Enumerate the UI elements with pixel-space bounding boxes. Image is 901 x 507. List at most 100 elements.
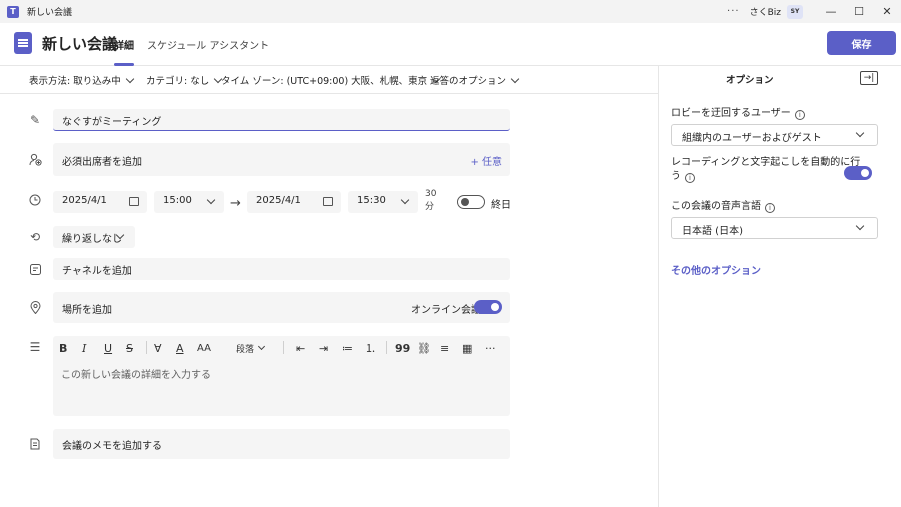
auto-record-label: レコーディングと文字起こしを自動的に行 うi (671, 156, 860, 184)
link-icon[interactable]: ⛓ (417, 341, 431, 355)
auto-record-toggle[interactable] (844, 166, 872, 180)
repeat-dropdown[interactable]: 繰り返しなし (53, 226, 135, 248)
font-size-icon[interactable]: AA (197, 341, 211, 355)
audio-language-text: この会議の音声言語 (671, 201, 761, 212)
window-titlebar: T 新しい会議 ··· さくBiz SY — ☐ ✕ (0, 0, 901, 23)
toolbar-divider (146, 341, 147, 354)
window-title: 新しい会議 (27, 8, 73, 18)
org-name[interactable]: さくBiz (750, 5, 781, 18)
end-time-select[interactable]: 15:30 (348, 191, 418, 213)
bulleted-list-icon[interactable]: ≔ (342, 341, 353, 355)
italic-icon[interactable]: I (82, 341, 86, 355)
audio-language-value: 日本語 (日本) (682, 226, 743, 237)
minimize-icon[interactable]: — (817, 0, 845, 23)
location-placeholder: 場所を追加 (62, 305, 112, 316)
collapse-panel-icon[interactable]: →| (860, 71, 878, 85)
chevron-down-icon (510, 74, 520, 84)
duration-label: 30 分 (425, 188, 436, 214)
response-options-dropdown[interactable]: 返答のオプション (430, 73, 520, 87)
more-options-link[interactable]: その他のオプション (671, 262, 761, 277)
quote-icon[interactable]: 99 (395, 341, 410, 355)
location-pin-icon (28, 300, 42, 314)
channel-input[interactable]: チャネルを追加 (53, 258, 510, 280)
required-attendees-input[interactable]: 必須出席者を追加 + 任意 (53, 143, 510, 176)
meeting-details-editor[interactable]: B I U S ∀ A AA 段落 ⇤ ⇥ ≔ ⒈ 99 ⛓ ≡ ▦ ··· こ… (53, 336, 510, 416)
notes-placeholder: 会議のメモを追加する (62, 441, 162, 452)
online-meeting-toggle[interactable] (474, 300, 502, 314)
pencil-icon: ✎ (29, 113, 41, 127)
numbered-list-icon[interactable]: ⒈ (365, 341, 376, 355)
chevron-down-icon (257, 342, 266, 350)
auto-record-text-line1: レコーディングと文字起こしを自動的に行 (671, 157, 861, 168)
timezone-dropdown[interactable]: タイム ゾーン: (UTC+09:00) 大阪、札幌、東京 (221, 73, 441, 87)
start-date-value: 2025/4/1 (62, 195, 107, 206)
strikethrough-icon[interactable]: S (126, 341, 133, 355)
calendar-app-icon (14, 32, 32, 54)
meeting-notes-input[interactable]: 会議のメモを追加する (53, 429, 510, 459)
info-icon[interactable]: i (794, 110, 805, 120)
chevron-down-icon (855, 128, 865, 138)
decrease-indent-icon[interactable]: ⇤ (296, 341, 305, 355)
paragraph-style-dropdown[interactable]: 段落 (236, 341, 266, 355)
ellipsis-icon[interactable]: ··· (727, 6, 740, 17)
end-date-value: 2025/4/1 (256, 195, 301, 206)
options-panel: オプション →| ロビーを迂回するユーザー i 組織内のユーザーおよびゲスト レコ… (658, 66, 901, 507)
tab-scheduling-assistant[interactable]: スケジュール アシスタント (147, 37, 269, 52)
add-optional-attendees-link[interactable]: + 任意 (470, 153, 502, 168)
paragraph-label: 段落 (236, 344, 255, 355)
close-icon[interactable]: ✕ (873, 0, 901, 23)
maximize-icon[interactable]: ☐ (845, 0, 873, 23)
attendees-placeholder: 必須出席者を追加 (62, 157, 142, 168)
start-time-select[interactable]: 15:00 (154, 191, 224, 213)
notes-icon (28, 437, 42, 451)
timezone-label: タイム ゾーン: (UTC+09:00) 大阪、札幌、東京 (221, 76, 428, 87)
clock-icon (28, 193, 42, 207)
horizontal-rule-icon[interactable]: ≡ (440, 341, 449, 355)
tab-details[interactable]: 詳細 (114, 37, 134, 52)
end-date-picker[interactable]: 2025/4/1 (247, 191, 341, 213)
more-options-icon[interactable]: ··· (485, 341, 496, 355)
chevron-down-icon (206, 195, 216, 205)
duration-unit: 分 (425, 202, 435, 212)
start-date-picker[interactable]: 2025/4/1 (53, 191, 147, 213)
end-time-value: 15:30 (357, 195, 386, 206)
underline-icon[interactable]: U (104, 341, 112, 355)
auto-record-text-line2: う (671, 171, 681, 182)
repeat-value: 繰り返しなし (62, 234, 122, 245)
category-dropdown[interactable]: カテゴリ: なし (146, 73, 223, 87)
bold-icon[interactable]: B (59, 341, 67, 355)
all-day-toggle[interactable] (457, 195, 485, 209)
info-icon[interactable]: i (765, 203, 775, 213)
highlight-icon[interactable]: ∀ (154, 341, 162, 355)
meeting-title-input[interactable]: なぐすがミーティング (53, 109, 510, 131)
calendar-icon (129, 197, 139, 206)
show-as-dropdown[interactable]: 表示方法: 取り込み中 (29, 73, 134, 87)
table-icon[interactable]: ▦ (462, 341, 472, 355)
lobby-bypass-value: 組織内のユーザーおよびゲスト (682, 133, 822, 144)
category-label: カテゴリ: なし (146, 76, 210, 87)
channel-placeholder: チャネルを追加 (62, 266, 132, 277)
chevron-down-icon (125, 74, 134, 84)
meeting-title-value: なぐすがミーティング (62, 117, 162, 128)
save-button[interactable]: 保存 (827, 31, 896, 55)
calendar-icon (323, 197, 333, 206)
lobby-bypass-dropdown[interactable]: 組織内のユーザーおよびゲスト (671, 124, 878, 146)
channel-icon (28, 262, 42, 276)
titlebar-controls: ··· さくBiz SY — ☐ ✕ (727, 0, 901, 23)
text-format-icon: ☰ (29, 340, 41, 354)
details-placeholder: この新しい会議の詳細を入力する (61, 370, 211, 381)
duration-value: 30 (425, 189, 437, 199)
page-title: 新しい会議 (42, 35, 118, 53)
show-as-label: 表示方法: 取り込み中 (29, 76, 121, 87)
all-day-label: 終日 (491, 200, 511, 211)
audio-language-dropdown[interactable]: 日本語 (日本) (671, 217, 878, 239)
avatar[interactable]: SY (787, 4, 803, 19)
lobby-bypass-label: ロビーを迂回するユーザー i (671, 107, 805, 121)
repeat-icon: ⟲ (29, 230, 41, 244)
audio-language-label: この会議の音声言語 i (671, 200, 775, 214)
increase-indent-icon[interactable]: ⇥ (319, 341, 328, 355)
toolbar-divider (283, 341, 284, 354)
info-icon[interactable]: i (685, 173, 695, 183)
response-options-label: 返答のオプション (430, 76, 507, 87)
font-color-icon[interactable]: A (176, 341, 184, 355)
